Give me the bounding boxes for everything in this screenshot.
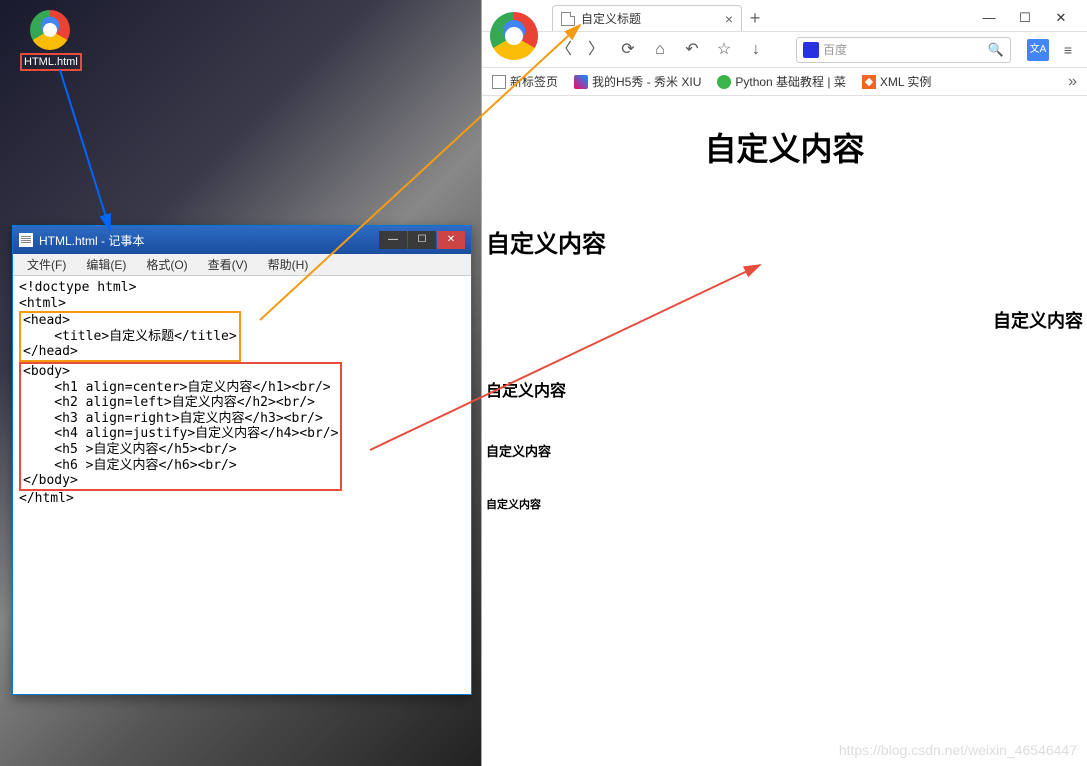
close-button[interactable]: ✕ (1043, 5, 1079, 31)
browser-tab-bar: 自定义标题 × + — ☐ ✕ (482, 0, 1087, 32)
back-button[interactable]: 〈 (552, 38, 576, 62)
heading-6: 自定义内容 (486, 496, 1083, 512)
bookmark-xiumi[interactable]: 我的H5秀 - 秀米 XIU (574, 73, 701, 90)
notepad-menubar: 文件(F) 编辑(E) 格式(O) 查看(V) 帮助(H) (13, 254, 471, 276)
browser-viewport: 自定义内容 自定义内容 自定义内容 自定义内容 自定义内容 自定义内容 (482, 96, 1087, 766)
code-line: <h2 align=left>自定义内容</h2><br/> (23, 395, 315, 410)
tab-title: 自定义标题 (581, 10, 641, 27)
bookmark-label: Python 基础教程 | 菜 (735, 73, 845, 90)
heading-5: 自定义内容 (486, 441, 1083, 460)
bookmark-new-tab[interactable]: 新标签页 (492, 73, 558, 90)
maximize-button[interactable]: ☐ (1007, 5, 1043, 31)
new-tab-button[interactable]: + (742, 5, 768, 31)
home-button[interactable]: ⌂ (648, 38, 672, 62)
browser-tab[interactable]: 自定义标题 × (552, 5, 742, 31)
menu-view[interactable]: 查看(V) (198, 254, 258, 275)
page-icon (561, 12, 575, 26)
notepad-window-controls: — ☐ ✕ (378, 231, 465, 249)
download-button[interactable]: ↓ (744, 38, 768, 62)
code-line: <h4 align=justify>自定义内容</h4><br/> (23, 426, 338, 441)
heading-4: 自定义内容 (486, 377, 1083, 401)
browser-logo-icon (490, 12, 538, 60)
code-line: <html> (19, 296, 66, 311)
favorite-button[interactable]: ☆ (712, 38, 736, 62)
search-icon[interactable]: 🔍 (988, 42, 1004, 58)
bookmarks-bar: 新标签页 我的H5秀 - 秀米 XIU Python 基础教程 | 菜 XML … (482, 68, 1087, 96)
notepad-text-area[interactable]: <!doctype html> <html> <head> <title>自定义… (13, 276, 471, 694)
code-line: <title>自定义标题</title> (23, 329, 237, 344)
browser-window: 自定义标题 × + — ☐ ✕ 〈 〉 ⟳ ⌂ ↶ ☆ ↓ 百度 🔍 文A ≡ … (481, 0, 1087, 766)
heading-1: 自定义内容 (486, 124, 1083, 170)
code-line: <h1 align=center>自定义内容</h1><br/> (23, 380, 331, 395)
minimize-button[interactable]: — (379, 231, 407, 249)
baidu-icon (803, 42, 819, 58)
bookmark-xml[interactable]: XML 实例 (862, 73, 932, 90)
code-line: <h6 >自定义内容</h6><br/> (23, 458, 237, 473)
notepad-title: HTML.html - 记事本 (39, 232, 144, 249)
python-icon (717, 75, 731, 89)
code-line: </head> (23, 344, 78, 359)
desktop-file-icon[interactable]: HTML.html (20, 10, 80, 71)
code-line: <body> (23, 364, 70, 379)
watermark-text: https://blog.csdn.net/weixin_46546447 (839, 742, 1077, 758)
toolbar-right: 文A ≡ (1027, 39, 1079, 61)
menu-icon[interactable]: ≡ (1057, 39, 1079, 61)
menu-file[interactable]: 文件(F) (17, 254, 76, 275)
tab-close-icon[interactable]: × (725, 11, 733, 27)
menu-help[interactable]: 帮助(H) (258, 254, 319, 275)
code-line: </body> (23, 473, 78, 488)
notepad-titlebar[interactable]: HTML.html - 记事本 — ☐ ✕ (13, 226, 471, 254)
browser-toolbar: 〈 〉 ⟳ ⌂ ↶ ☆ ↓ 百度 🔍 文A ≡ (482, 32, 1087, 68)
menu-format[interactable]: 格式(O) (136, 254, 197, 275)
menu-edit[interactable]: 编辑(E) (76, 254, 136, 275)
heading-3: 自定义内容 (486, 307, 1083, 333)
close-button[interactable]: ✕ (437, 231, 465, 249)
desktop-icon-label: HTML.html (20, 53, 82, 71)
code-line: <h3 align=right>自定义内容</h3><br/> (23, 411, 323, 426)
code-line: </html> (19, 491, 74, 506)
heading-2: 自定义内容 (486, 224, 1083, 259)
minimize-button[interactable]: — (971, 5, 1007, 31)
xml-icon (862, 75, 876, 89)
undo-button[interactable]: ↶ (680, 38, 704, 62)
code-line: <head> (23, 313, 70, 328)
chrome-icon (30, 10, 70, 50)
bookmarks-overflow-icon[interactable]: » (1068, 73, 1077, 91)
bookmark-label: XML 实例 (880, 73, 932, 90)
notepad-window: HTML.html - 记事本 — ☐ ✕ 文件(F) 编辑(E) 格式(O) … (12, 225, 472, 695)
page-icon (492, 75, 506, 89)
body-block-highlight: <body> <h1 align=center>自定义内容</h1><br/> … (19, 362, 342, 491)
code-line: <!doctype html> (19, 280, 136, 295)
maximize-button[interactable]: ☐ (408, 231, 436, 249)
code-line: <h5 >自定义内容</h5><br/> (23, 442, 237, 457)
bookmark-python[interactable]: Python 基础教程 | 菜 (717, 73, 845, 90)
forward-button[interactable]: 〉 (584, 38, 608, 62)
document-icon (19, 233, 33, 247)
browser-window-controls: — ☐ ✕ (971, 5, 1087, 31)
bookmark-label: 我的H5秀 - 秀米 XIU (592, 73, 701, 90)
address-placeholder: 百度 (823, 41, 847, 58)
xiumi-icon (574, 75, 588, 89)
reload-button[interactable]: ⟳ (616, 38, 640, 62)
bookmark-label: 新标签页 (510, 73, 558, 90)
head-block-highlight: <head> <title>自定义标题</title> </head> (19, 311, 241, 362)
translate-icon[interactable]: 文A (1027, 39, 1049, 61)
address-bar[interactable]: 百度 🔍 (796, 37, 1011, 63)
